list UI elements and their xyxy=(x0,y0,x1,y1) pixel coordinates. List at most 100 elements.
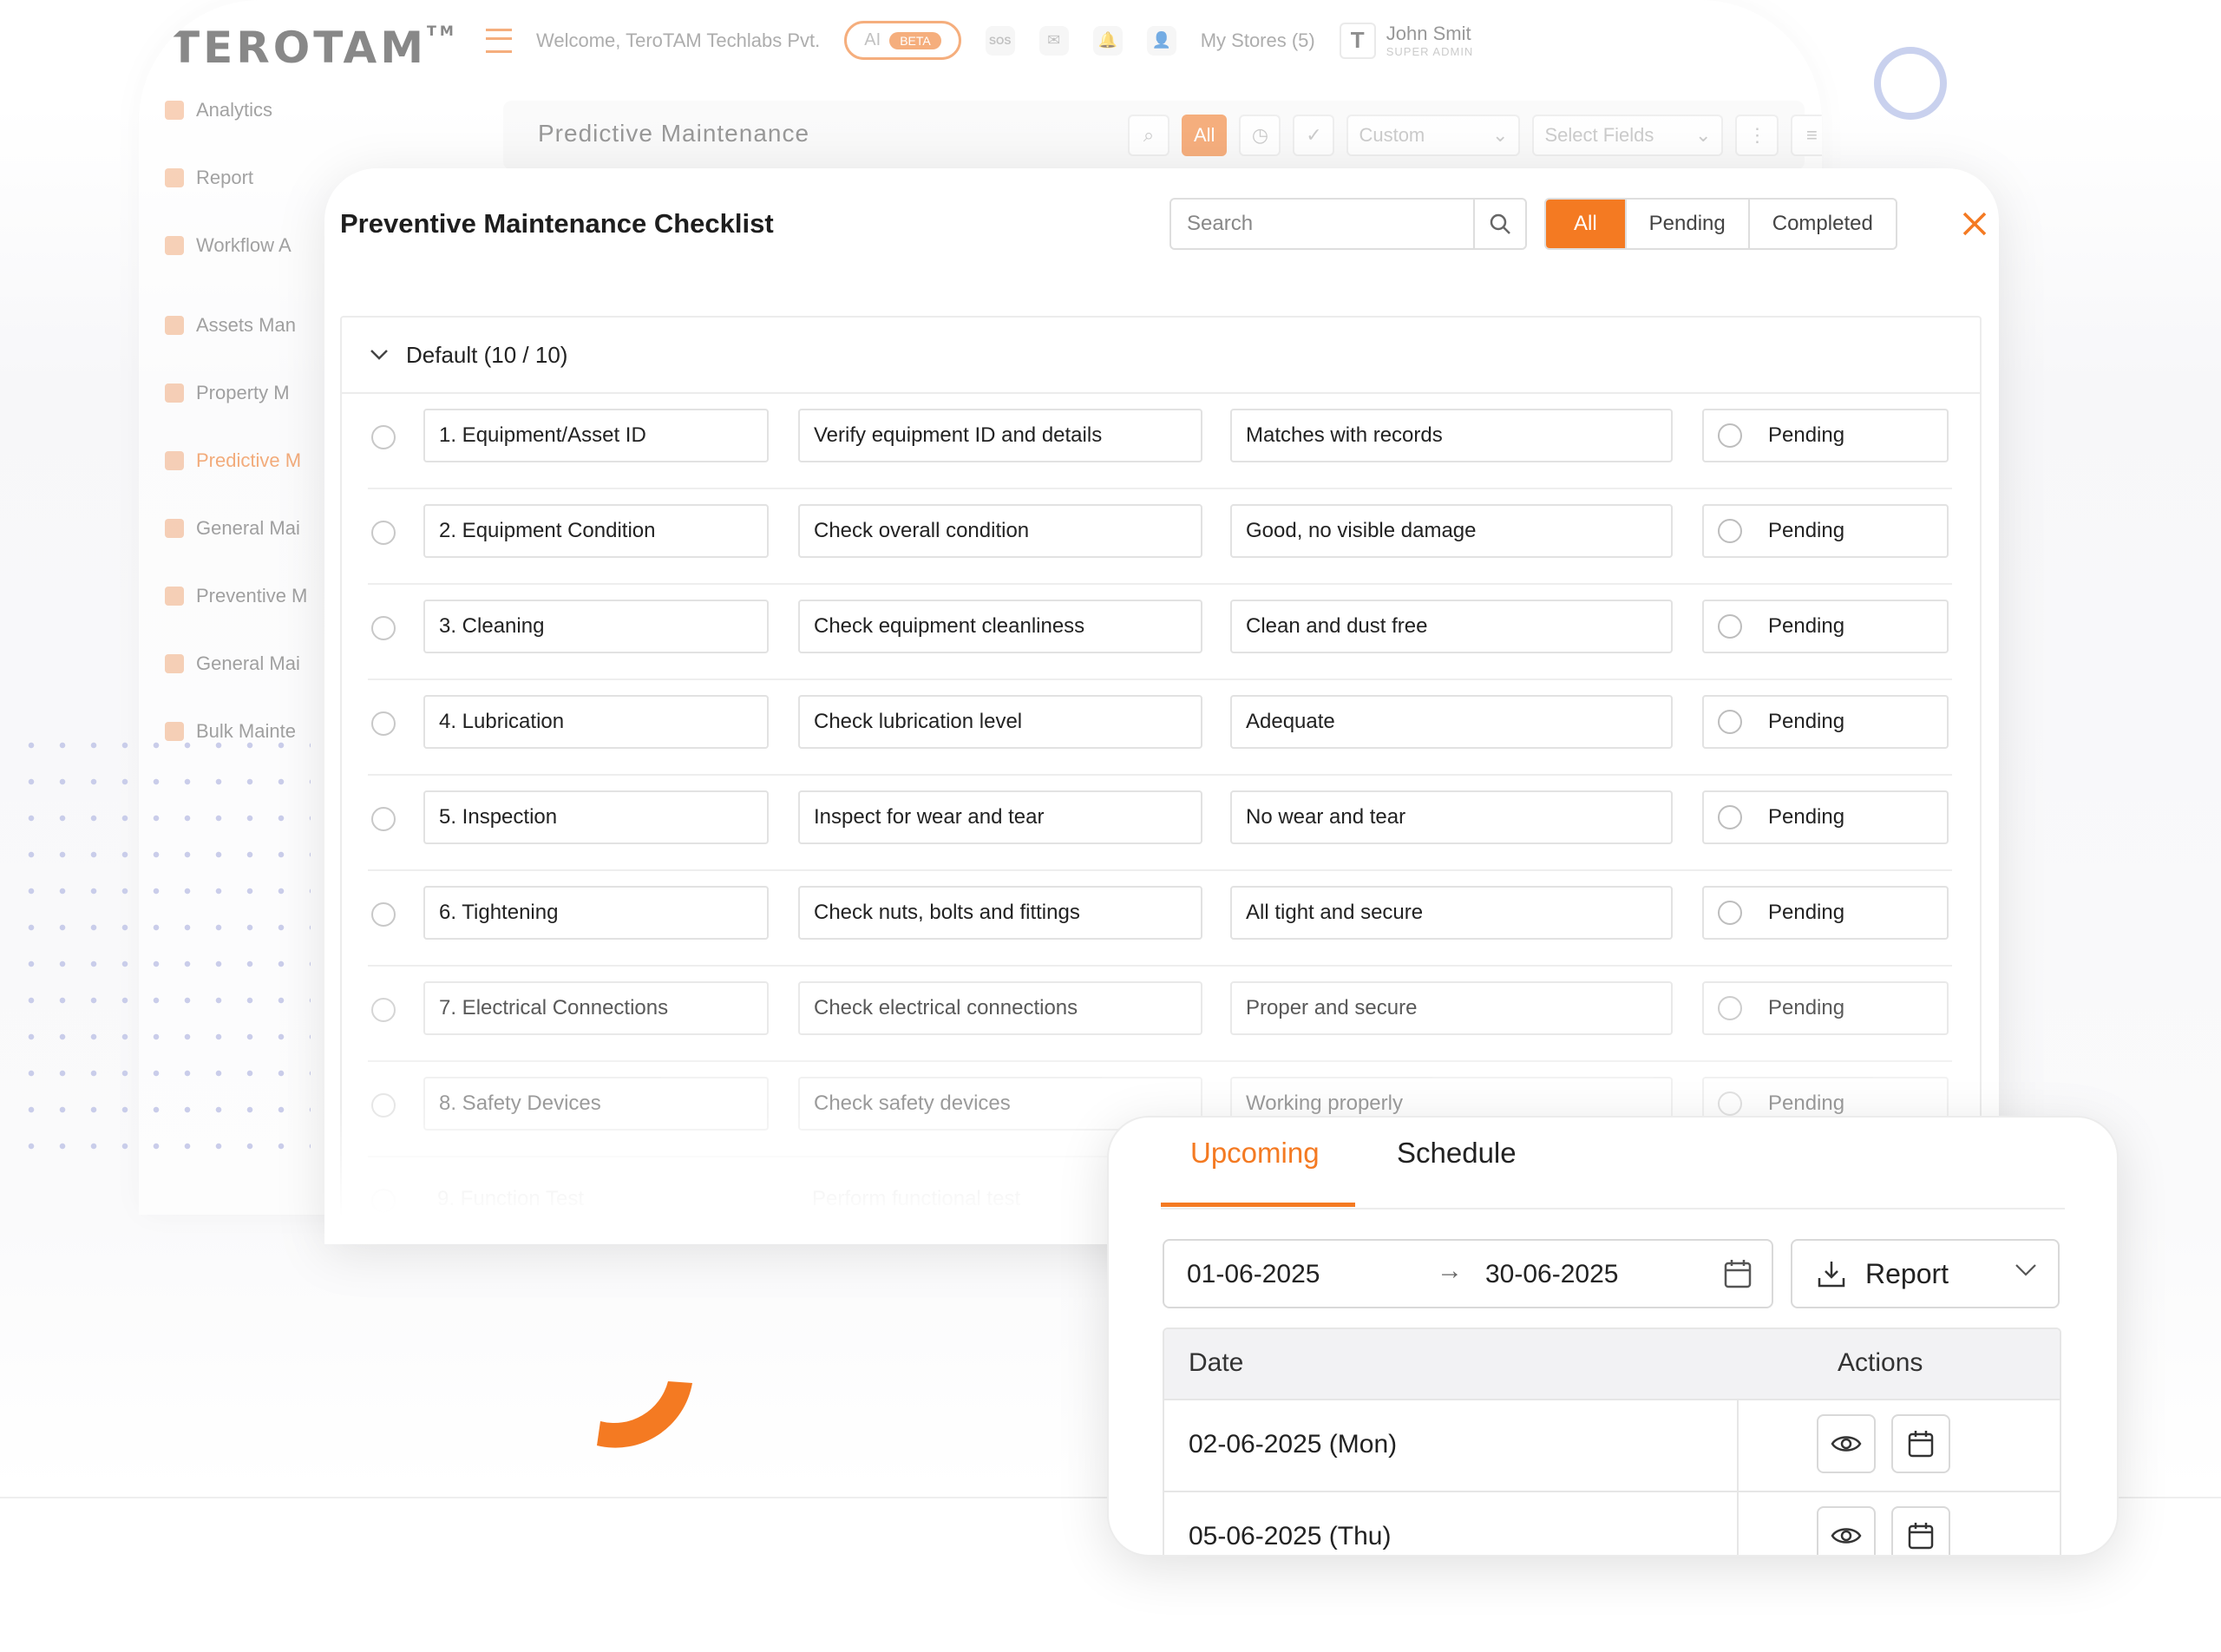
welcome-text: Welcome, TeroTAM Techlabs Pvt. xyxy=(536,29,821,51)
filter-all-button[interactable]: All xyxy=(1182,115,1228,156)
menu-icon[interactable] xyxy=(486,28,512,53)
item-field[interactable]: 7. Electrical Connections xyxy=(423,981,769,1035)
more-icon[interactable]: ⋮ xyxy=(1735,115,1779,156)
filter-completed[interactable]: Completed xyxy=(1747,200,1896,248)
row-select-radio[interactable] xyxy=(371,807,396,831)
schedule-table: Date Actions 02-06-2025 (Mon) 05-06-2025 … xyxy=(1163,1328,2061,1555)
user-icon[interactable]: 👤 xyxy=(1146,25,1176,56)
select-fields-dropdown[interactable]: Select Fields ⌄ xyxy=(1532,115,1724,156)
status-field[interactable]: Pending xyxy=(1702,409,1949,462)
status-radio[interactable] xyxy=(1718,519,1742,543)
expected-result-field[interactable]: Good, no visible damage xyxy=(1230,504,1673,558)
schedule-card: Upcoming Schedule 01-06-2025 → 30-06-202… xyxy=(1107,1116,2119,1557)
check-field[interactable]: Check equipment cleanliness xyxy=(798,600,1202,653)
status-text: Pending xyxy=(1768,805,1845,829)
tab-upcoming[interactable]: Upcoming xyxy=(1190,1137,1320,1170)
item-field[interactable]: 4. Lubrication xyxy=(423,695,769,749)
status-radio[interactable] xyxy=(1718,805,1742,829)
view-button[interactable] xyxy=(1817,1506,1876,1555)
row-select-radio[interactable] xyxy=(371,711,396,736)
row-select-radio[interactable] xyxy=(371,425,396,449)
sidebar-item-analytics[interactable]: Analytics xyxy=(165,99,272,121)
schedule-button[interactable] xyxy=(1891,1414,1950,1473)
sidebar-item-workflow[interactable]: Workflow A xyxy=(165,234,292,257)
sidebar-item-general-2[interactable]: General Mai xyxy=(165,652,300,675)
close-icon[interactable] xyxy=(1959,208,1990,239)
custom-dropdown[interactable]: Custom ⌄ xyxy=(1346,115,1521,156)
schedule-button[interactable] xyxy=(1891,1506,1950,1555)
item-field[interactable]: 3. Cleaning xyxy=(423,600,769,653)
status-field[interactable]: Pending xyxy=(1702,886,1949,940)
tab-schedule[interactable]: Schedule xyxy=(1397,1137,1517,1170)
view-button[interactable] xyxy=(1817,1414,1876,1473)
status-field[interactable]: Pending xyxy=(1702,695,1949,749)
item-field[interactable]: 6. Tightening xyxy=(423,886,769,940)
column-divider xyxy=(1737,1492,1739,1555)
eye-icon xyxy=(1831,1436,1862,1452)
check-field[interactable]: Check lubrication level xyxy=(798,695,1202,749)
sidebar-item-assets[interactable]: Assets Man xyxy=(165,314,296,337)
sidebar-item-preventive[interactable]: Preventive M xyxy=(165,585,307,607)
check-field[interactable]: Check electrical connections xyxy=(798,981,1202,1035)
report-button[interactable]: Report xyxy=(1791,1239,2060,1308)
filter-icon[interactable]: ≡ xyxy=(1791,115,1822,156)
status-field[interactable]: Pending xyxy=(1702,981,1949,1035)
table-row: 05-06-2025 (Thu) xyxy=(1164,1491,2060,1555)
inbox-icon[interactable]: ✉ xyxy=(1038,25,1069,56)
status-text: Pending xyxy=(1768,710,1845,733)
filter-pending[interactable]: Pending xyxy=(1624,200,1748,248)
check-icon[interactable]: ✓ xyxy=(1293,115,1335,156)
row-select-radio[interactable] xyxy=(371,616,396,640)
search-button[interactable] xyxy=(1473,200,1525,248)
status-text: Pending xyxy=(1768,423,1845,447)
item-field[interactable]: 2. Equipment Condition xyxy=(423,504,769,558)
row-select-radio[interactable] xyxy=(371,521,396,545)
item-field[interactable]: 1. Equipment/Asset ID xyxy=(423,409,769,462)
expected-result-field[interactable]: Clean and dust free xyxy=(1230,600,1673,653)
group-header[interactable]: Default (10 / 10) xyxy=(342,318,1980,394)
check-field[interactable]: Inspect for wear and tear xyxy=(798,790,1202,844)
status-field[interactable]: Pending xyxy=(1702,600,1949,653)
sidebar-item-predictive[interactable]: Predictive M xyxy=(165,449,301,472)
expected-result-field[interactable]: Adequate xyxy=(1230,695,1673,749)
status-text: Pending xyxy=(1768,614,1845,638)
sidebar-item-general-1[interactable]: General Mai xyxy=(165,517,300,540)
search-icon[interactable]: ⌕ xyxy=(1128,115,1169,156)
user-profile[interactable]: T John Smit SUPER ADMIN xyxy=(1339,22,1474,59)
download-icon xyxy=(1818,1262,1845,1288)
date-range-picker[interactable]: 01-06-2025 → 30-06-2025 xyxy=(1163,1239,1773,1308)
item-field[interactable]: 5. Inspection xyxy=(423,790,769,844)
expected-result-field[interactable]: Proper and secure xyxy=(1230,981,1673,1035)
sidebar-item-property[interactable]: Property M xyxy=(165,382,290,404)
check-field[interactable]: Check nuts, bolts and fittings xyxy=(798,886,1202,940)
page-title: Predictive Maintenance xyxy=(538,120,810,147)
ai-button[interactable]: AI BETA xyxy=(844,21,961,60)
expected-result-field[interactable]: Matches with records xyxy=(1230,409,1673,462)
sos-icon[interactable]: SOS xyxy=(985,25,1015,56)
clock-icon[interactable]: ◷ xyxy=(1239,115,1281,156)
check-field[interactable]: Verify equipment ID and details xyxy=(798,409,1202,462)
check-field[interactable]: Check overall condition xyxy=(798,504,1202,558)
status-radio[interactable] xyxy=(1718,710,1742,734)
row-select-radio[interactable] xyxy=(371,998,396,1022)
table-header: Date Actions xyxy=(1164,1329,2060,1399)
row-select-radio[interactable] xyxy=(371,902,396,927)
search-box xyxy=(1169,198,1527,250)
status-field[interactable]: Pending xyxy=(1702,504,1949,558)
my-stores-link[interactable]: My Stores (5) xyxy=(1201,30,1315,52)
status-field[interactable]: Pending xyxy=(1702,790,1949,844)
status-radio[interactable] xyxy=(1718,901,1742,925)
status-radio[interactable] xyxy=(1718,423,1742,448)
bell-icon[interactable]: 🔔 xyxy=(1092,25,1123,56)
user-role: SUPER ADMIN xyxy=(1386,45,1474,58)
filter-all[interactable]: All xyxy=(1546,200,1625,248)
terotam-logo: TEROTAMTM xyxy=(170,23,457,73)
search-input[interactable] xyxy=(1171,200,1473,248)
sidebar-item-report[interactable]: Report xyxy=(165,167,253,189)
status-radio[interactable] xyxy=(1718,996,1742,1020)
expected-result-field[interactable]: All tight and secure xyxy=(1230,886,1673,940)
expected-result-field[interactable]: No wear and tear xyxy=(1230,790,1673,844)
table-row: 5. Inspection Inspect for wear and tear No… xyxy=(368,776,1952,871)
calendar-icon xyxy=(1908,1523,1934,1550)
status-radio[interactable] xyxy=(1718,614,1742,639)
